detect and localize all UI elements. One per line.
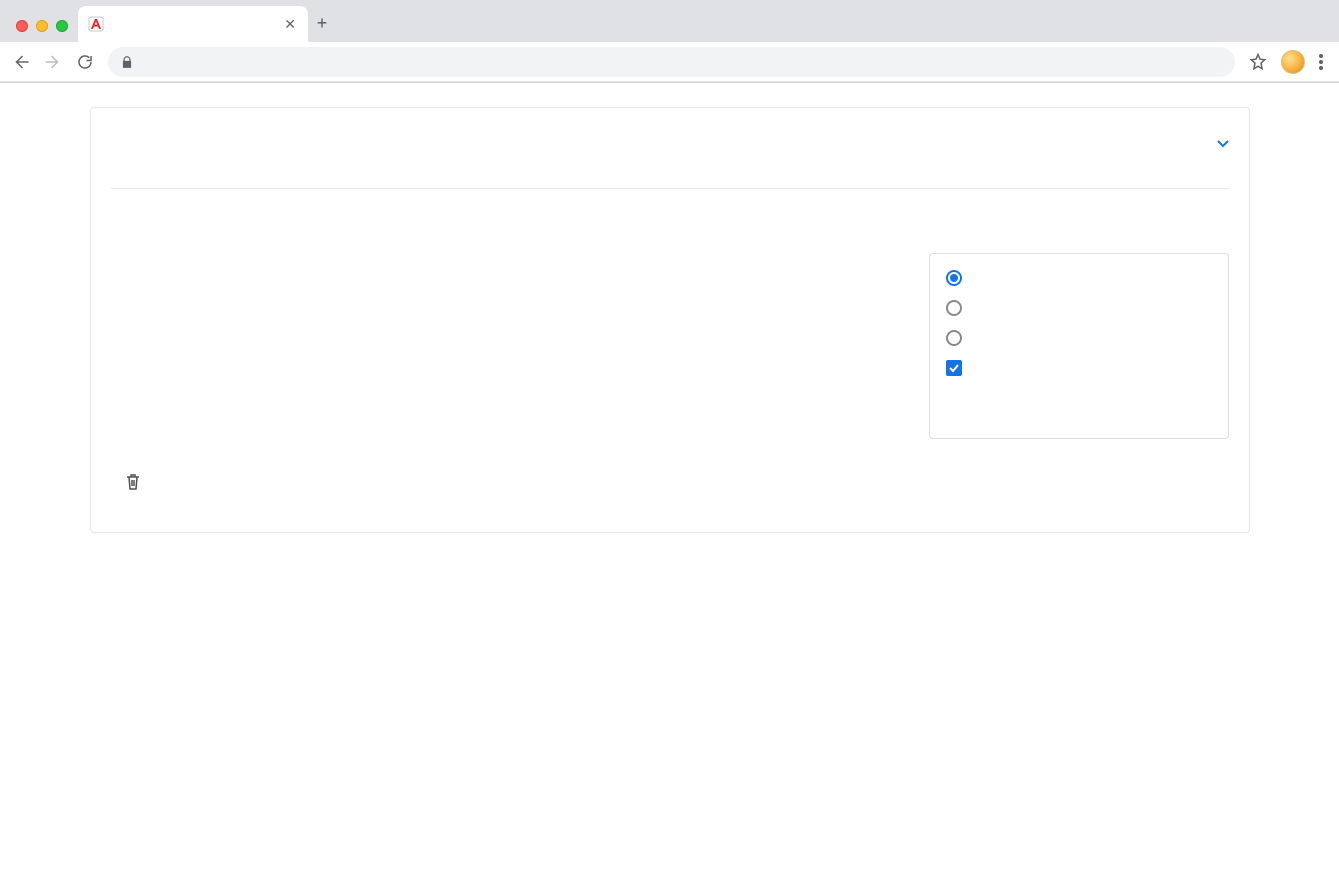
bookmark-star-icon[interactable] [1249,53,1267,71]
lock-icon [120,55,134,69]
page-content [0,83,1339,533]
tab-strip: ✕ + [0,0,1339,42]
radio-icon [946,330,962,346]
trash-icon [125,473,141,491]
font-table [125,239,889,263]
profile-avatar[interactable] [1281,50,1305,74]
close-button[interactable] [1211,138,1229,150]
charset-default-option[interactable] [946,270,1212,286]
adobe-fonts-favicon [88,16,104,32]
address-bar[interactable] [108,47,1235,77]
browser-toolbar [0,42,1339,82]
browser-chrome: ✕ + [0,0,1339,83]
browser-tab[interactable]: ✕ [78,6,308,42]
radio-icon [946,300,962,316]
project-card [90,107,1250,533]
chevron-down-icon [1217,138,1229,150]
font-selection-column [125,239,889,263]
character-set-panel [929,253,1229,439]
minimize-window-button[interactable] [36,20,48,32]
opentype-features-option[interactable] [946,360,1212,376]
new-tab-button[interactable]: + [308,13,336,42]
charset-all-option[interactable] [946,300,1212,316]
reload-button[interactable] [76,53,94,71]
forward-button[interactable] [44,53,62,71]
character-set-column [929,239,1229,439]
tab-close-icon[interactable]: ✕ [284,16,296,33]
close-window-button[interactable] [16,20,28,32]
radio-icon [946,270,962,286]
maximize-window-button[interactable] [56,20,68,32]
browser-menu-button[interactable] [1319,54,1323,70]
font-table-header [125,239,889,263]
back-button[interactable] [12,53,30,71]
charset-language-option[interactable] [946,330,1212,346]
checkbox-icon [946,360,962,376]
remove-family-button[interactable] [107,439,153,491]
section-bar [107,174,1233,188]
project-header [107,138,1233,174]
window-controls [10,20,78,42]
